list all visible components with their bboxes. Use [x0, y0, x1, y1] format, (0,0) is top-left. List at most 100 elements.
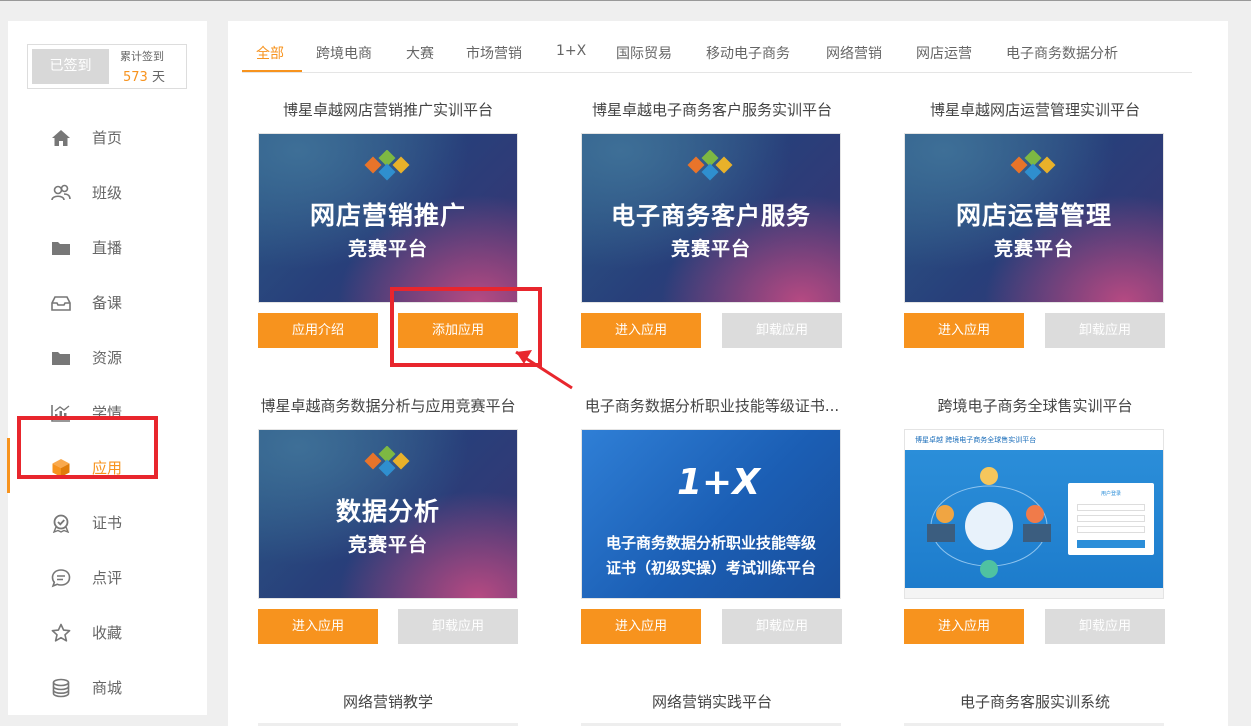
sidebar-item-home[interactable]: 首页	[8, 110, 207, 165]
sidebar-item-favorites[interactable]: 收藏	[8, 605, 207, 660]
banner-title: 网店运营管理	[955, 201, 1112, 230]
banner-title: 数据分析	[335, 497, 440, 526]
login-title: 用户登录	[1100, 491, 1121, 497]
card-title: 跨境电子商务全球售实训平台	[937, 397, 1133, 415]
sidebar-item-review[interactable]: 点评	[8, 550, 207, 605]
brand-logo-icon	[364, 446, 410, 477]
top-divider	[0, 0, 1251, 1]
card-thumbnail[interactable]: 网店营销推广 竞赛平台	[258, 133, 518, 303]
sidebar-item-prepare[interactable]: 备课	[8, 275, 207, 330]
folder-icon	[51, 238, 71, 258]
tab-contest[interactable]: 大赛	[406, 43, 434, 63]
enter-app-button[interactable]: 进入应用	[258, 609, 378, 644]
sidebar-item-label: 商城	[92, 679, 123, 697]
tab-data-analysis[interactable]: 电子商务数据分析	[1006, 43, 1118, 63]
sidebar-item-label: 直播	[92, 239, 123, 257]
sidebar-item-label: 首页	[92, 129, 123, 147]
card-banner: 网店营销推广 竞赛平台	[259, 134, 517, 302]
screenshot-header: 博星卓越 跨境电子商务全球售实训平台	[905, 430, 1163, 450]
card-banner: 网店运营管理 竞赛平台	[905, 134, 1163, 302]
checkin-cumulative-label: 累计签到	[120, 50, 164, 63]
tab-network-marketing[interactable]: 网络营销	[826, 43, 882, 63]
uninstall-app-button[interactable]: 卸载应用	[398, 609, 518, 644]
uninstall-app-button[interactable]: 卸载应用	[1045, 609, 1165, 644]
banner-subtitle: 竞赛平台	[993, 238, 1074, 260]
sidebar: 已签到 累计签到 573 天 首页 班级 直播 备课 资源 学情 应用 证书 点…	[7, 21, 207, 715]
sidebar-item-mall[interactable]: 商城	[8, 660, 207, 715]
sidebar-item-certificate[interactable]: 证书	[8, 495, 207, 550]
tab-all[interactable]: 全部	[256, 43, 284, 63]
card-title: 博星卓越网店营销推广实训平台	[282, 101, 493, 119]
banner-subtitle: 竞赛平台	[670, 238, 751, 260]
globe-illustration-icon	[927, 467, 1051, 578]
card-title: 博星卓越电子商务客户服务实训平台	[591, 101, 832, 119]
checkin-days-unit: 天	[151, 70, 165, 85]
highlight-arrow-icon	[515, 350, 573, 390]
tab-1x[interactable]: 1+X	[556, 43, 586, 59]
main-content: 全部 跨境电商 大赛 市场营销 1+X 国际贸易 移动电子商务 网络营销 网店运…	[228, 21, 1228, 726]
sidebar-item-resources[interactable]: 资源	[8, 330, 207, 385]
platform-screenshot: 博星卓越 跨境电子商务全球售实训平台 用户登录	[905, 430, 1163, 598]
tab-underline	[242, 70, 302, 72]
tab-intl-trade[interactable]: 国际贸易	[616, 43, 672, 63]
sidebar-item-live[interactable]: 直播	[8, 220, 207, 275]
uninstall-app-button[interactable]: 卸载应用	[722, 313, 842, 348]
card-title: 电子商务客服实训系统	[959, 693, 1110, 711]
sidebar-item-label: 班级	[92, 184, 123, 202]
sidebar-item-class[interactable]: 班级	[8, 165, 207, 220]
highlight-box-apps	[17, 416, 158, 479]
card-thumbnail[interactable]: 博星卓越 跨境电子商务全球售实训平台 用户登录	[904, 429, 1164, 599]
sidebar-item-label: 点评	[92, 569, 123, 587]
card-thumbnail[interactable]: 网店运营管理 竞赛平台	[904, 133, 1164, 303]
screenshot-body: 用户登录	[905, 450, 1163, 588]
home-icon	[51, 128, 71, 148]
card-banner: 1+X 电子商务数据分析职业技能等级 证书（初级实操）考试训练平台	[582, 430, 840, 598]
checkin-days-value: 573	[123, 70, 148, 85]
card-title: 电子商务数据分析职业技能等级证书...	[584, 397, 840, 415]
card-title: 博星卓越商务数据分析与应用竞赛平台	[260, 397, 516, 415]
star-icon	[51, 623, 71, 643]
checkin-button[interactable]: 已签到	[32, 49, 109, 84]
app-intro-button[interactable]: 应用介绍	[258, 313, 378, 348]
card-title: 博星卓越网店运营管理实训平台	[929, 101, 1140, 119]
tab-store-operation[interactable]: 网店运营	[916, 43, 972, 63]
checkin-days: 573 天	[123, 66, 165, 85]
login-box: 用户登录	[1068, 483, 1154, 555]
badge-icon	[51, 513, 71, 533]
uninstall-app-button[interactable]: 卸载应用	[1045, 313, 1165, 348]
folder-icon	[51, 348, 71, 368]
class-icon	[51, 183, 71, 203]
banner-subtitle: 竞赛平台	[347, 534, 428, 556]
tab-marketing[interactable]: 市场营销	[466, 43, 522, 63]
sidebar-item-label: 收藏	[92, 624, 123, 642]
banner-line-2: 证书（初级实操）考试训练平台	[605, 559, 816, 577]
uninstall-app-button[interactable]: 卸载应用	[722, 609, 842, 644]
card-thumbnail[interactable]: 1+X 电子商务数据分析职业技能等级 证书（初级实操）考试训练平台	[581, 429, 841, 599]
card-banner: 电子商务客户服务 竞赛平台	[582, 134, 840, 302]
tab-cross-border[interactable]: 跨境电商	[316, 43, 372, 63]
banner-title: 网店营销推广	[309, 201, 466, 230]
sidebar-item-label: 备课	[92, 294, 123, 312]
banner-title: 电子商务客户服务	[611, 202, 811, 230]
card-thumbnail[interactable]: 数据分析 竞赛平台	[258, 429, 518, 599]
brand-logo-icon	[364, 150, 410, 181]
sidebar-item-label: 资源	[92, 349, 123, 367]
enter-app-button[interactable]: 进入应用	[904, 609, 1024, 644]
brand-logo-icon	[687, 150, 733, 181]
card-thumbnail[interactable]: 电子商务客户服务 竞赛平台	[581, 133, 841, 303]
screenshot-footer	[905, 588, 1163, 598]
card-title: 网络营销实践平台	[651, 693, 772, 711]
enter-app-button[interactable]: 进入应用	[904, 313, 1024, 348]
inbox-icon	[51, 293, 71, 313]
comment-icon	[51, 568, 71, 588]
enter-app-button[interactable]: 进入应用	[581, 313, 701, 348]
card-banner: 数据分析 竞赛平台	[259, 430, 517, 598]
banner-subtitle: 竞赛平台	[347, 238, 428, 260]
1x-logo: 1+X	[677, 462, 760, 503]
card-title: 网络营销教学	[342, 693, 433, 711]
tab-mobile-ecommerce[interactable]: 移动电子商务	[706, 43, 790, 63]
sidebar-item-label: 证书	[92, 514, 123, 532]
checkin-panel: 已签到 累计签到 573 天	[27, 44, 187, 89]
brand-logo-icon	[1010, 150, 1056, 181]
enter-app-button[interactable]: 进入应用	[581, 609, 701, 644]
